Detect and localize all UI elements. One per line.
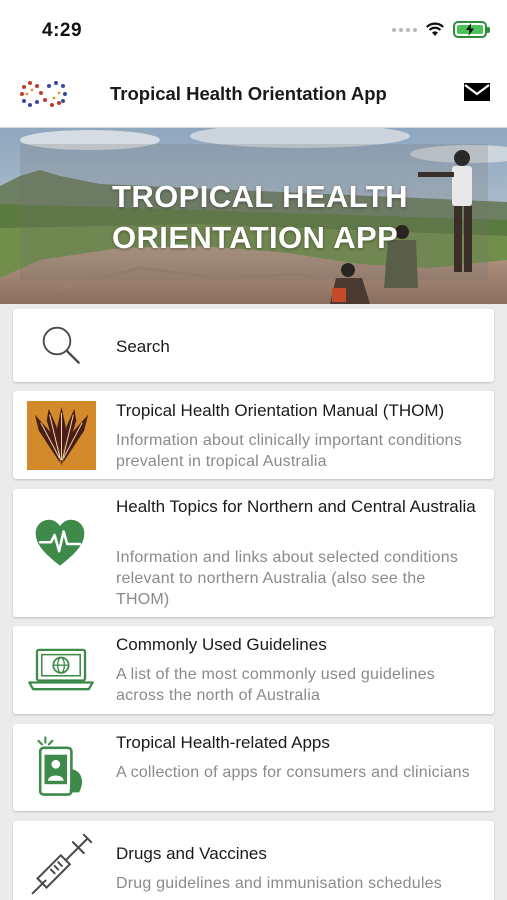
health-topics-card[interactable]: Health Topics for Northern and Central A…	[13, 489, 494, 617]
thom-title: Tropical Health Orientation Manual (THOM…	[116, 401, 445, 420]
heart-pulse-icon	[35, 519, 85, 566]
header-title: Tropical Health Orientation App	[110, 83, 387, 104]
search-icon	[42, 326, 80, 364]
battery-icon	[453, 21, 490, 38]
hero-banner: TROPICAL HEALTH ORIENTATION APP	[0, 128, 507, 304]
syringe-icon	[31, 833, 93, 895]
guidelines-description: A list of the most commonly used guideli…	[116, 666, 435, 704]
thom-artwork-icon	[27, 401, 96, 470]
signal-icon	[392, 27, 417, 32]
banner-title: TROPICAL HEALTH ORIENTATION APP	[112, 179, 408, 255]
status-bar: 4:29	[0, 0, 507, 62]
guidelines-title: Commonly Used Guidelines	[116, 635, 327, 654]
nav-bar: Tropical Health Orientation App	[0, 62, 507, 128]
apps-card[interactable]: Tropical Health-related Apps A collectio…	[13, 724, 494, 811]
health-topics-description: Information and links about selected con…	[116, 549, 459, 608]
status-time: 4:29	[42, 20, 83, 41]
mail-icon[interactable]	[463, 80, 491, 104]
thom-description: Information about clinically important c…	[116, 432, 462, 470]
status-icons	[392, 21, 490, 38]
drugs-card[interactable]: Drugs and Vaccines Drug guidelines and i…	[13, 821, 494, 900]
apps-description: A collection of apps for consumers and c…	[116, 764, 470, 781]
app-logo-icon	[20, 81, 67, 107]
apps-title: Tropical Health-related Apps	[116, 733, 330, 752]
phone-app-icon	[37, 736, 83, 796]
drugs-description: Drug guidelines and immunisation schedul…	[116, 875, 442, 892]
laptop-globe-icon	[28, 648, 94, 691]
wifi-icon	[426, 22, 444, 36]
health-topics-title: Health Topics for Northern and Central A…	[116, 497, 476, 516]
search-card[interactable]: Search	[13, 309, 494, 382]
thom-card[interactable]: Tropical Health Orientation Manual (THOM…	[13, 391, 494, 479]
search-label: Search	[116, 337, 170, 356]
guidelines-card[interactable]: Commonly Used Guidelines A list of the m…	[13, 626, 494, 714]
drugs-title: Drugs and Vaccines	[116, 844, 267, 863]
